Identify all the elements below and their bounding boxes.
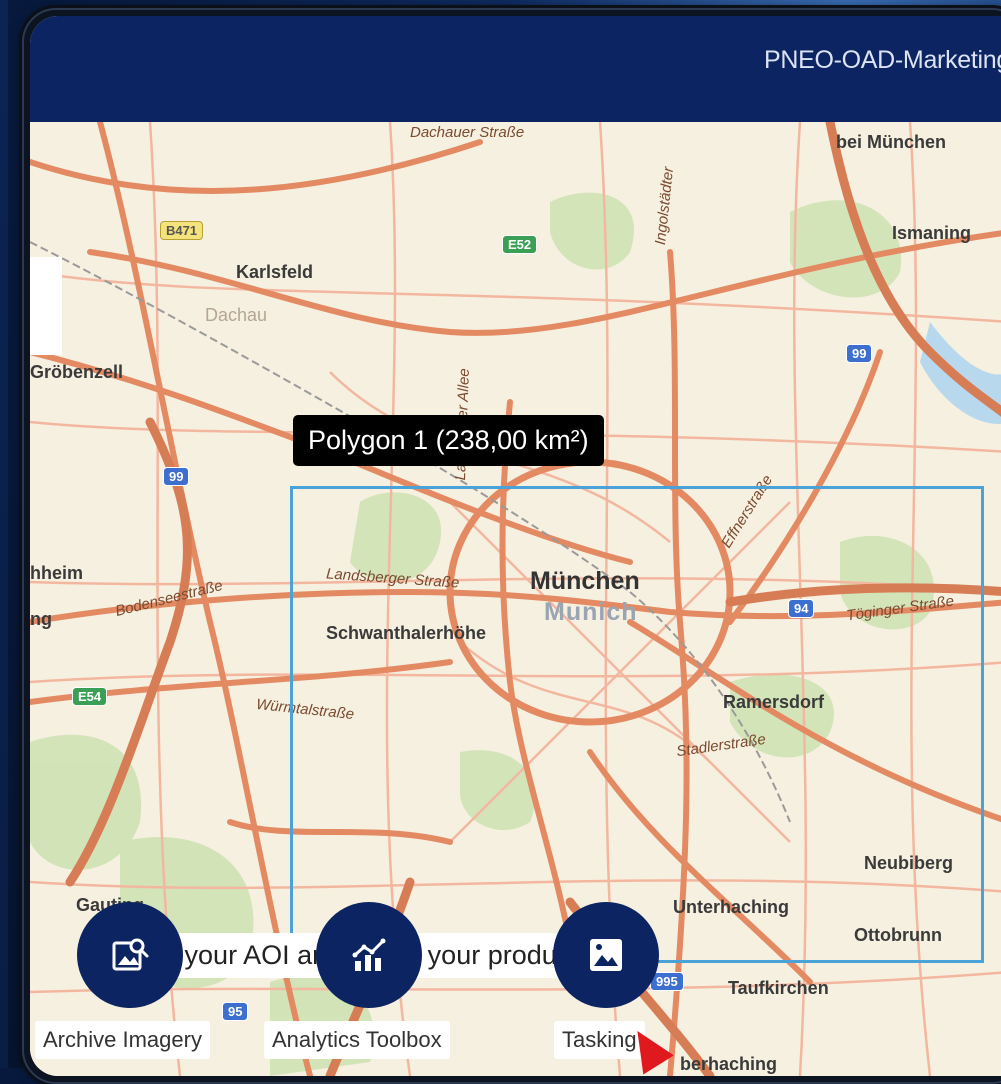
- place-label: Ismaning: [892, 223, 972, 243]
- background-left: [0, 0, 8, 1068]
- place-label: Gröbenzell: [30, 362, 124, 382]
- header-bar: PNEO-OAD-Marketing: [30, 16, 1001, 122]
- image-search-icon: [112, 938, 149, 971]
- archive-imagery-button[interactable]: [77, 902, 183, 1008]
- header-title: PNEO-OAD-Marketing: [763, 46, 1001, 74]
- app-screen: PNEO-OAD-Marketing B471 E52 99 99 94 E54…: [30, 16, 1001, 1076]
- analytics-toolbox-label[interactable]: Analytics Toolbox: [264, 1021, 450, 1059]
- analytics-chart-icon: [352, 938, 386, 971]
- place-label: ng: [30, 609, 52, 629]
- map-side-panel: [30, 257, 62, 355]
- place-label: Karlsfeld: [236, 262, 314, 282]
- street-label: Dachauer Straße: [410, 124, 525, 141]
- place-label: Taufkirchen: [728, 978, 829, 998]
- road-shield-b471: B471: [160, 221, 204, 240]
- analytics-toolbox-button[interactable]: [316, 902, 422, 1008]
- place-label: Dachau: [205, 305, 268, 325]
- archive-imagery-label[interactable]: Archive Imagery: [35, 1021, 210, 1059]
- road-shield-e54: E54: [72, 687, 108, 706]
- place-label: bei München: [836, 132, 947, 152]
- aoi-polygon[interactable]: [290, 486, 984, 963]
- tasking-button[interactable]: [553, 902, 659, 1008]
- road-shield-a99-top: 99: [846, 344, 873, 363]
- road-shield-a99-left: 99: [163, 467, 190, 486]
- image-icon: [590, 939, 622, 971]
- road-shield-a95: 95: [222, 1002, 249, 1021]
- road-shield-e52: E52: [502, 235, 538, 254]
- place-label: berhaching: [680, 1054, 778, 1074]
- polygon-tooltip: Polygon 1 (238,00 km²): [293, 415, 604, 466]
- place-label: hheim: [30, 563, 84, 583]
